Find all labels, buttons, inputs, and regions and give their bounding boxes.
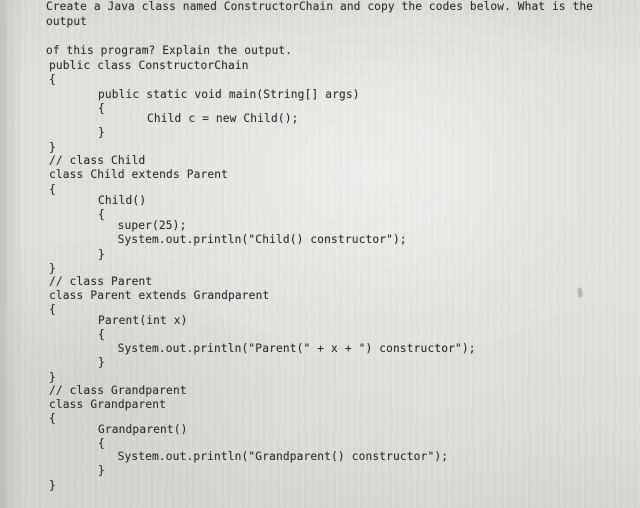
code-line: Child c = new Child(); bbox=[147, 112, 299, 125]
code-line: } bbox=[49, 141, 56, 154]
scanned-page: Create a Java class named ConstructorCha… bbox=[0, 0, 640, 508]
code-line: { bbox=[49, 412, 56, 425]
code-line: class Grandparent bbox=[49, 398, 167, 411]
code-line: class Parent extends Grandparent bbox=[49, 289, 270, 302]
code-line: { bbox=[49, 183, 56, 196]
code-line: public static void main(String[] args) bbox=[98, 88, 360, 101]
code-line: Grandparent() bbox=[98, 423, 188, 436]
code-line: { bbox=[49, 73, 56, 86]
code-line: // class Grandparent bbox=[49, 384, 187, 397]
code-line: Parent(int x) bbox=[98, 314, 188, 327]
code-line: super(25); bbox=[117, 219, 187, 232]
code-line: } bbox=[49, 479, 56, 492]
code-line: // class Child bbox=[49, 154, 146, 167]
code-line: class Child extends Parent bbox=[49, 168, 229, 181]
code-line: } bbox=[49, 371, 56, 384]
code-line: { bbox=[98, 437, 105, 450]
code-line: } bbox=[98, 356, 105, 369]
code-line: { bbox=[98, 328, 105, 341]
code-line: System.out.println("Child() constructor"… bbox=[117, 233, 407, 246]
code-line: } bbox=[49, 262, 56, 275]
paper-texture bbox=[0, 0, 640, 508]
code-line: { bbox=[49, 303, 56, 316]
code-line: Child() bbox=[98, 194, 147, 207]
code-line: } bbox=[98, 464, 105, 477]
code-line: public class ConstructorChain bbox=[49, 59, 249, 72]
prompt-line-1: Create a Java class named ConstructorCha… bbox=[46, 0, 600, 28]
code-line: // class Parent bbox=[49, 275, 153, 288]
code-line: System.out.println("Parent(" + x + ") co… bbox=[117, 342, 476, 355]
code-line: } bbox=[98, 248, 105, 261]
code-line: { bbox=[98, 208, 105, 221]
code-line: { bbox=[98, 102, 105, 115]
paper-speck-artifact bbox=[577, 287, 583, 298]
code-line: System.out.println("Grandparent() constr… bbox=[117, 450, 449, 463]
paper-sheen-highlight bbox=[0, 0, 640, 508]
code-line: } bbox=[98, 126, 105, 139]
prompt-line-2: of this program? Explain the output. bbox=[46, 43, 293, 57]
question-prompt: Create a Java class named ConstructorCha… bbox=[46, 0, 593, 58]
